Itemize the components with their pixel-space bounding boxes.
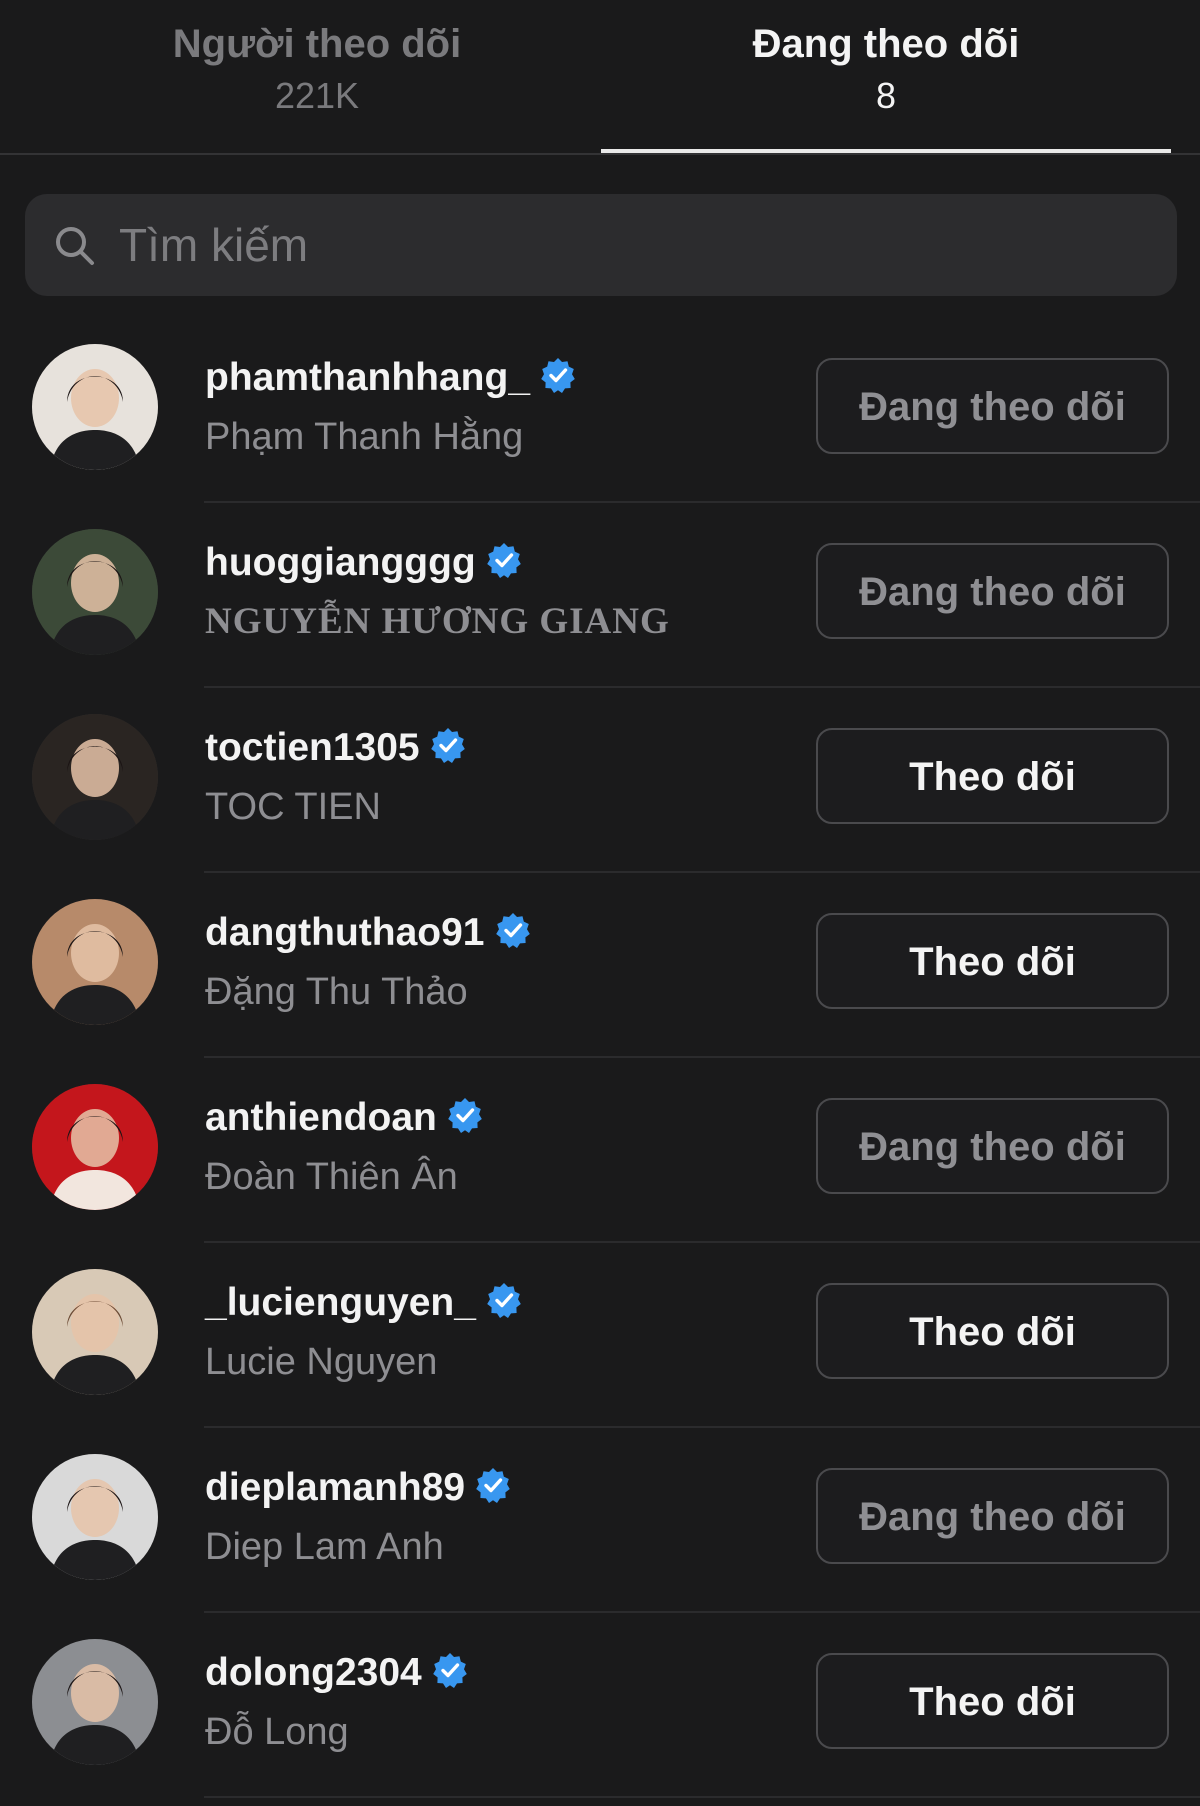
verified-badge-icon [495, 913, 530, 948]
username[interactable]: dangthuthao91 [205, 911, 485, 954]
list-item[interactable]: toctien1305 TOC TIEN Theo dõi [0, 688, 1200, 873]
list-item[interactable]: anthiendoan Đoàn Thiên Ân Đang theo dõi [0, 1058, 1200, 1243]
list-item[interactable]: phamthanhhang_ Phạm Thanh Hằng Đang theo… [0, 318, 1200, 503]
username-line: huoggiangggg [205, 539, 522, 587]
tab-following-count: 8 [875, 75, 897, 116]
verified-badge-icon [541, 358, 575, 393]
avatar[interactable] [32, 899, 158, 1025]
tab-followers-label: Người theo dõi [172, 22, 462, 66]
list-item[interactable]: huoggiangggg NGUYỄN HƯƠNG GIANG Đang the… [0, 503, 1200, 688]
username-line: _lucienguyen_ [205, 1279, 522, 1327]
username-line: toctien1305 [205, 724, 466, 772]
follow-button[interactable]: Đang theo dõi [816, 1098, 1169, 1194]
avatar-image [32, 899, 158, 1025]
verified-badge-icon [430, 728, 465, 763]
follow-button[interactable]: Theo dõi [816, 1283, 1169, 1379]
follow-button[interactable]: Đang theo dõi [816, 358, 1169, 454]
username-line: dieplamanh89 [205, 1464, 511, 1512]
verified-badge-icon [448, 1098, 482, 1133]
list-item[interactable]: dolong2304 Đỗ Long Theo dõi [0, 1613, 1200, 1798]
username-line: dolong2304 [205, 1649, 468, 1697]
avatar[interactable] [32, 714, 158, 840]
list-item[interactable]: dangthuthao91 Đặng Thu Thảo Theo dõi [0, 873, 1200, 1058]
tab-following[interactable]: Đang theo dõi 8 [601, 0, 1171, 153]
avatar[interactable] [32, 529, 158, 655]
avatar-image [32, 1454, 158, 1580]
following-list: phamthanhhang_ Phạm Thanh Hằng Đang theo… [0, 318, 1200, 1798]
search-bar[interactable] [25, 194, 1177, 296]
full-name: Phạm Thanh Hằng [205, 416, 524, 458]
avatar-image [32, 1084, 158, 1210]
full-name: NGUYỄN HƯƠNG GIANG [205, 601, 670, 642]
full-name: Diep Lam Anh [205, 1526, 444, 1568]
active-tab-indicator [601, 149, 1171, 153]
username[interactable]: anthiendoan [205, 1096, 437, 1139]
avatar-image [32, 714, 158, 840]
verified-badge-icon [486, 543, 521, 578]
avatar-image [32, 1269, 158, 1395]
follow-button[interactable]: Đang theo dõi [816, 1468, 1169, 1564]
username-line: anthiendoan [205, 1094, 483, 1142]
username[interactable]: _lucienguyen_ [205, 1281, 476, 1324]
verified-badge-icon [487, 1283, 521, 1318]
full-name: Đoàn Thiên Ân [205, 1156, 458, 1198]
avatar-image [32, 529, 158, 655]
avatar-image [32, 1639, 158, 1765]
tab-following-label: Đang theo dõi [752, 22, 1020, 66]
follow-button[interactable]: Đang theo dõi [816, 543, 1169, 639]
follow-button[interactable]: Theo dõi [816, 1653, 1169, 1749]
username-line: phamthanhhang_ [205, 354, 576, 402]
verified-badge-icon [476, 1468, 510, 1503]
avatar[interactable] [32, 1269, 158, 1395]
username[interactable]: toctien1305 [205, 726, 420, 769]
full-name: Đỗ Long [205, 1711, 349, 1753]
follow-button[interactable]: Theo dõi [816, 728, 1169, 824]
list-item[interactable]: _lucienguyen_ Lucie Nguyen Theo dõi [0, 1243, 1200, 1428]
avatar[interactable] [32, 1454, 158, 1580]
username[interactable]: huoggiangggg [205, 541, 476, 584]
username-line: dangthuthao91 [205, 909, 531, 957]
full-name: Lucie Nguyen [205, 1341, 438, 1383]
search-input[interactable] [117, 194, 1119, 296]
tab-followers-count: 221K [274, 75, 360, 116]
follow-button[interactable]: Theo dõi [816, 913, 1169, 1009]
tab-bar: Người theo dõi 221K Đang theo dõi 8 [0, 0, 1200, 155]
tab-followers[interactable]: Người theo dõi 221K [32, 0, 602, 153]
avatar[interactable] [32, 344, 158, 470]
list-item[interactable]: dieplamanh89 Diep Lam Anh Đang theo dõi [0, 1428, 1200, 1613]
username[interactable]: dieplamanh89 [205, 1466, 465, 1509]
username[interactable]: dolong2304 [205, 1651, 422, 1694]
full-name: TOC TIEN [205, 786, 381, 828]
verified-badge-icon [432, 1653, 467, 1688]
username[interactable]: phamthanhhang_ [205, 356, 530, 399]
row-divider [204, 1796, 1200, 1798]
avatar-image [32, 344, 158, 470]
avatar[interactable] [32, 1084, 158, 1210]
search-icon [56, 227, 94, 265]
full-name: Đặng Thu Thảo [205, 971, 468, 1013]
avatar[interactable] [32, 1639, 158, 1765]
